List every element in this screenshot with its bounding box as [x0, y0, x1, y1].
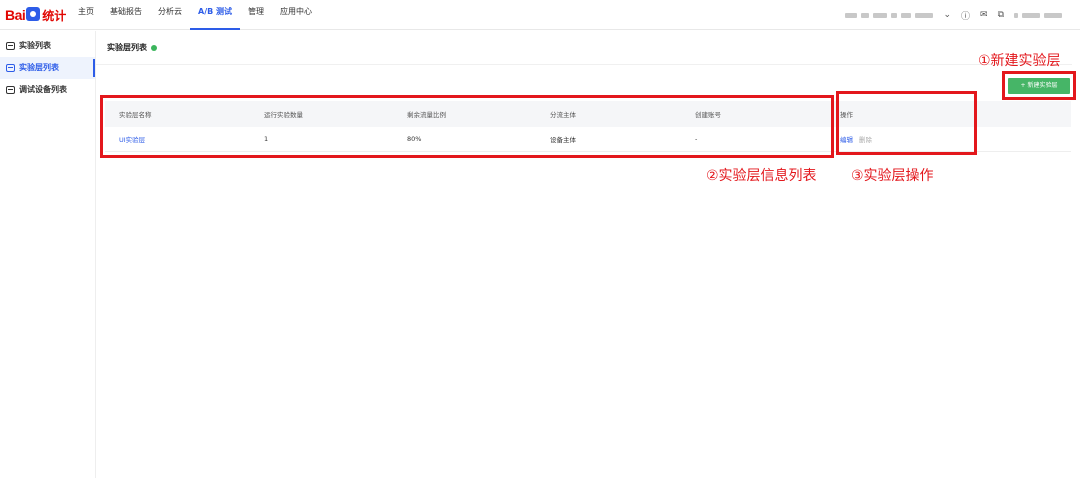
sidebar-item-debug-devices[interactable]: 调试设备列表 — [0, 79, 95, 101]
annotation-box-new-button — [1002, 71, 1076, 100]
status-dot-icon — [151, 44, 157, 51]
divider — [96, 64, 1072, 65]
annotation-new-layer: ①新建实验层 — [978, 53, 1061, 69]
nav-item-analysis-cloud[interactable]: 分析云 — [150, 0, 190, 30]
main-nav: 主页 基础报告 分析云 A/B 测试 管理 应用中心 — [70, 0, 320, 30]
baidu-tongji-logo[interactable]: Bai 统计 — [5, 4, 66, 26]
chevron-down-icon[interactable]: ⌄ — [943, 10, 951, 20]
paw-icon — [26, 7, 41, 21]
annotation-box-actions — [836, 91, 977, 155]
copy-icon[interactable]: ⧉ — [998, 10, 1004, 20]
logo-text: Bai — [5, 7, 26, 23]
page-title: 实验层列表 — [107, 42, 157, 53]
annotation-layer-list: ②实验层信息列表 — [706, 168, 817, 184]
sidebar-item-label: 调试设备列表 — [19, 85, 67, 94]
layer-icon — [6, 64, 15, 72]
mail-icon[interactable]: ✉ — [980, 10, 988, 20]
list-icon — [6, 42, 15, 50]
nav-item-ab-test[interactable]: A/B 测试 — [190, 0, 240, 30]
top-navbar: Bai 统计 主页 基础报告 分析云 A/B 测试 管理 应用中心 ⌄ ⓘ ✉ … — [0, 0, 1080, 30]
nav-item-home[interactable]: 主页 — [70, 0, 102, 30]
sidebar-item-layers[interactable]: 实验层列表 — [0, 57, 95, 79]
help-icon[interactable]: ⓘ — [961, 9, 970, 22]
sidebar-item-label: 实验层列表 — [19, 63, 59, 72]
sidebar-item-label: 实验列表 — [19, 41, 51, 50]
nav-item-app-center[interactable]: 应用中心 — [272, 0, 320, 30]
annotation-box-table — [100, 95, 834, 158]
nav-item-basic-report[interactable]: 基础报告 — [102, 0, 150, 30]
blurred-account-info — [845, 12, 934, 18]
sidebar: 实验列表 实验层列表 调试设备列表 — [0, 31, 96, 478]
nav-item-manage[interactable]: 管理 — [240, 0, 272, 30]
sidebar-item-experiments[interactable]: 实验列表 — [0, 35, 95, 57]
annotation-layer-actions: ③实验层操作 — [851, 168, 934, 184]
logo-text-tongji: 统计 — [42, 8, 67, 23]
device-icon — [6, 86, 15, 94]
page-title-text: 实验层列表 — [107, 43, 147, 52]
blurred-user-info[interactable] — [1014, 12, 1062, 18]
header-right: ⌄ ⓘ ✉ ⧉ — [845, 0, 1062, 30]
